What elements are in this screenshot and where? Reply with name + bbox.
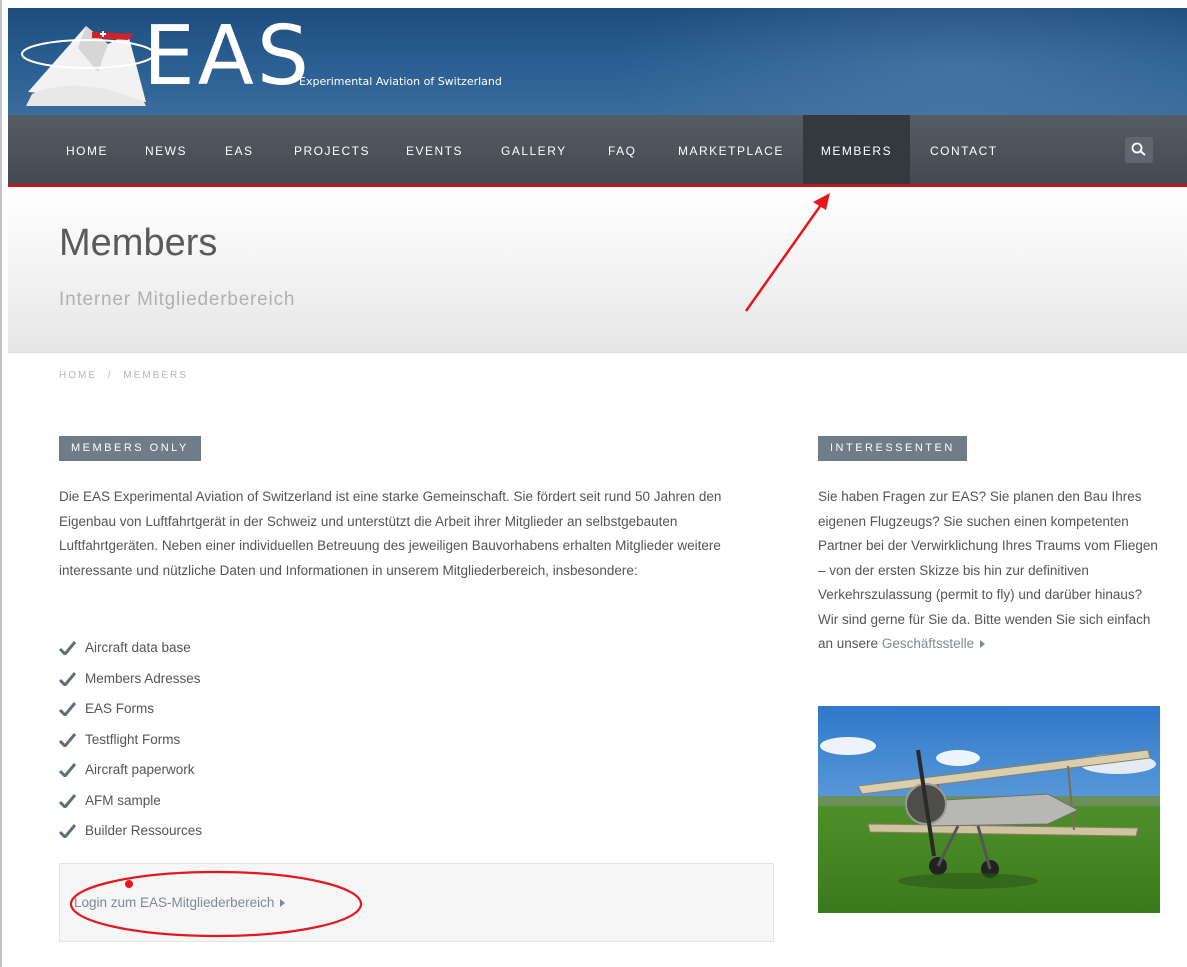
nav-item-faq[interactable]: FAQ xyxy=(608,115,637,184)
breadcrumb-current: MEMBERS xyxy=(123,370,188,381)
list-item-label: Members Adresses xyxy=(85,670,201,686)
geschaeftsstelle-link-label[interactable]: Geschäftsstelle xyxy=(882,636,974,651)
arrow-right-icon xyxy=(280,899,286,908)
breadcrumb: HOME / MEMBERS xyxy=(59,370,194,381)
list-item-label: EAS Forms xyxy=(85,701,155,717)
nav-item-gallery[interactable]: GALLERY xyxy=(501,115,567,184)
checkmark-icon xyxy=(59,732,76,747)
nav-item-home[interactable]: HOME xyxy=(66,115,108,184)
checkmark-icon xyxy=(59,702,76,717)
checkmark-icon xyxy=(59,763,76,778)
list-item: Members Adresses xyxy=(59,664,202,695)
nav-item-news[interactable]: NEWS xyxy=(145,115,187,184)
search-icon xyxy=(1131,142,1146,156)
sidebar-text-body: Sie haben Fragen zur EAS? Sie planen den… xyxy=(818,489,1158,651)
site-header: EAS Experimental Aviation of Switzerland xyxy=(8,8,1187,115)
checkmark-icon xyxy=(59,824,76,839)
checkmark-icon xyxy=(59,671,76,686)
nav-item-eas[interactable]: EAS xyxy=(225,115,254,184)
logo-text[interactable]: EAS xyxy=(143,10,312,104)
page-title: Members xyxy=(59,222,218,264)
nav-item-events[interactable]: EVENTS xyxy=(406,115,463,184)
eas-logo-icon[interactable] xyxy=(18,14,158,108)
page-subtitle: Interner Mitgliederbereich xyxy=(59,289,296,310)
arrow-right-icon xyxy=(980,640,986,649)
list-item-label: AFM sample xyxy=(85,792,161,808)
list-item: Aircraft paperwork xyxy=(59,755,202,786)
members-intro-text: Die EAS Experimental Aviation of Switzer… xyxy=(59,489,722,578)
title-band xyxy=(8,187,1187,353)
list-item-label: Testflight Forms xyxy=(85,731,181,747)
window-edge xyxy=(0,0,2,967)
nav-item-members[interactable]: MEMBERS xyxy=(803,115,910,184)
section-tag-interessenten: INTERESSENTEN xyxy=(818,436,967,461)
breadcrumb-separator: / xyxy=(107,370,113,381)
list-item: AFM sample xyxy=(59,786,202,817)
breadcrumb-home[interactable]: HOME xyxy=(59,370,97,381)
nav-item-projects[interactable]: PROJECTS xyxy=(294,115,370,184)
search-button[interactable] xyxy=(1125,137,1153,163)
checkmark-icon xyxy=(59,793,76,808)
section-tag-members-only: MEMBERS ONLY xyxy=(59,436,201,461)
nav-item-marketplace[interactable]: MARKETPLACE xyxy=(678,115,784,184)
list-item-label: Builder Ressources xyxy=(85,823,203,839)
sidebar-text: Sie haben Fragen zur EAS? Sie planen den… xyxy=(818,485,1163,657)
list-item-label: Aircraft paperwork xyxy=(85,762,195,778)
login-link-label[interactable]: Login zum EAS-Mitgliederbereich xyxy=(74,895,274,910)
list-item: Builder Ressources xyxy=(59,816,202,847)
biplane-photo xyxy=(818,706,1160,913)
geschaeftsstelle-link[interactable]: Geschäftsstelle xyxy=(882,636,986,651)
nav-item-contact[interactable]: CONTACT xyxy=(930,115,998,184)
list-item: EAS Forms xyxy=(59,694,202,725)
logo-tagline: Experimental Aviation of Switzerland xyxy=(299,75,502,88)
header-glow xyxy=(608,8,1187,115)
checkmark-icon xyxy=(59,641,76,656)
list-item: Aircraft data base xyxy=(59,633,202,664)
list-item: Testflight Forms xyxy=(59,725,202,756)
main-nav: HOME NEWS EAS PROJECTS EVENTS GALLERY FA… xyxy=(8,115,1187,184)
login-link[interactable]: Login zum EAS-Mitgliederbereich xyxy=(74,895,286,910)
list-item-label: Aircraft data base xyxy=(85,640,191,656)
feature-list: Aircraft data base Members Adresses EAS … xyxy=(59,633,202,847)
